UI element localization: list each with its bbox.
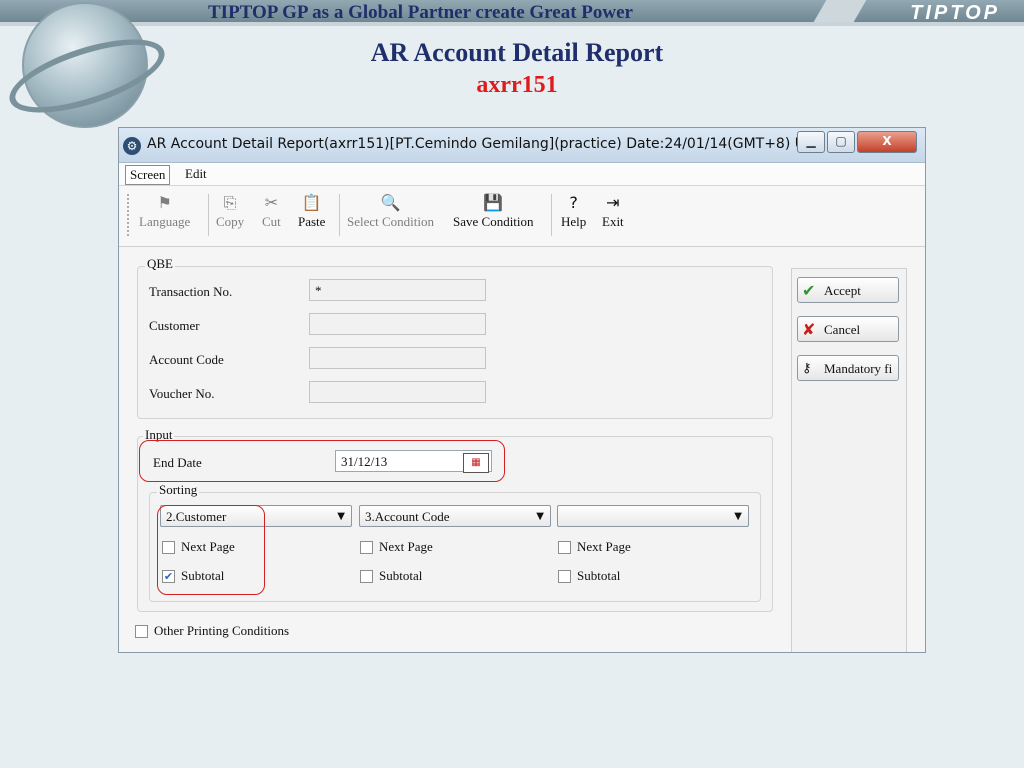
accept-button[interactable]: ✔ Accept (797, 277, 899, 303)
toolbar-separator (551, 194, 552, 236)
key-icon: ⚷ (802, 361, 812, 376)
customer-label: Customer (149, 318, 200, 333)
language-label: Language (139, 214, 191, 229)
next-page-checkbox-3[interactable] (558, 541, 571, 554)
action-panel: ✔ Accept ✘ Cancel ⚷ Mandatory fi (791, 268, 907, 652)
window-titlebar[interactable]: ⚙ AR Account Detail Report(axrr151)[PT.C… (119, 128, 925, 163)
customer-field[interactable] (309, 313, 486, 335)
toolbar: ⚑ Language ⎘ Copy ✂ Cut 📋 Paste 🔍 Select… (119, 186, 925, 247)
select-condition-icon: 🔍 (380, 193, 401, 212)
chevron-down-icon: ▼ (536, 511, 544, 522)
copy-label: Copy (216, 214, 245, 229)
cut-label: Cut (262, 214, 281, 229)
report-window: ⚙ AR Account Detail Report(axrr151)[PT.C… (118, 127, 926, 653)
chevron-down-icon: ▼ (337, 511, 345, 522)
mandatory-fields-button[interactable]: ⚷ Mandatory fi (797, 355, 899, 381)
copy-icon: ⎘ (223, 193, 237, 212)
language-button[interactable]: ⚑ Language (139, 192, 190, 230)
end-date-highlight (139, 440, 505, 482)
save-condition-label: Save Condition (453, 214, 534, 229)
help-label: Help (561, 214, 587, 229)
chevron-down-icon: ▼ (734, 511, 742, 522)
paste-button[interactable]: 📋 Paste (298, 192, 325, 230)
toolbar-grip[interactable] (127, 194, 131, 236)
menu-screen[interactable]: Screen (125, 165, 171, 185)
window-title: AR Account Detail Report(axrr151)[PT.Cem… (147, 136, 819, 152)
cancel-button[interactable]: ✘ Cancel (797, 316, 899, 342)
paste-label: Paste (298, 214, 326, 229)
save-condition-icon: 💾 (483, 193, 504, 212)
transaction-no-field[interactable]: * (309, 279, 486, 301)
subtotal-label-2: Subtotal (379, 568, 423, 583)
accept-label: Accept (824, 283, 861, 298)
toolbar-separator (339, 194, 340, 236)
copy-button[interactable]: ⎘ Copy (216, 192, 244, 230)
scissors-icon: ✂ (264, 193, 279, 212)
subtotal-checkbox-3[interactable] (558, 570, 571, 583)
other-printing-checkbox[interactable] (135, 625, 148, 638)
account-code-label: Account Code (149, 352, 224, 367)
select-condition-button[interactable]: 🔍 Select Condition (347, 192, 434, 230)
app-icon: ⚙ (123, 137, 141, 155)
help-button[interactable]: ? Help (561, 192, 586, 230)
exit-label: Exit (602, 214, 624, 229)
account-code-field[interactable] (309, 347, 486, 369)
slide-banner: TIPTOP GP as a Global Partner create Gre… (208, 2, 633, 23)
qbe-legend: QBE (145, 256, 175, 272)
save-condition-button[interactable]: 💾 Save Condition (453, 192, 534, 230)
next-page-label-2: Next Page (379, 539, 433, 554)
exit-icon: ⇥ (606, 193, 620, 212)
cancel-label: Cancel (824, 322, 861, 337)
sort-select-2-value: 3.Account Code (365, 509, 450, 524)
brand-logo: TIPTOP (910, 2, 1000, 24)
minimize-button[interactable]: ▁ (797, 131, 825, 153)
menu-edit[interactable]: Edit (181, 165, 211, 183)
next-page-label-3: Next Page (577, 539, 631, 554)
mandatory-label: Mandatory fi (824, 361, 893, 376)
select-condition-label: Select Condition (347, 214, 435, 229)
subtotal-label-3: Subtotal (577, 568, 621, 583)
menu-bar: Screen Edit (119, 163, 925, 186)
clipboard-icon: 📋 (301, 193, 322, 212)
check-icon: ✔ (802, 281, 816, 300)
sort-column-1-highlight (157, 505, 265, 595)
cut-button[interactable]: ✂ Cut (262, 192, 281, 230)
other-printing-label: Other Printing Conditions (154, 623, 290, 638)
sorting-legend: Sorting (157, 482, 200, 498)
help-icon: ? (569, 193, 578, 212)
sort-select-3[interactable]: ▼ (557, 505, 749, 527)
x-icon: ✘ (802, 320, 816, 339)
transaction-no-label: Transaction No. (149, 284, 233, 299)
toolbar-separator (208, 194, 209, 236)
voucher-no-label: Voucher No. (149, 386, 215, 401)
exit-button[interactable]: ⇥ Exit (602, 192, 624, 230)
next-page-checkbox-2[interactable] (360, 541, 373, 554)
sort-select-2[interactable]: 3.Account Code ▼ (359, 505, 551, 527)
slide-program-code: axrr151 (476, 72, 558, 98)
flag-icon: ⚑ (157, 193, 172, 212)
maximize-button[interactable]: ▢ (827, 131, 855, 153)
subtotal-checkbox-2[interactable] (360, 570, 373, 583)
slide-title: AR Account Detail Report (370, 38, 664, 67)
close-button[interactable]: X (857, 131, 917, 153)
voucher-no-field[interactable] (309, 381, 486, 403)
